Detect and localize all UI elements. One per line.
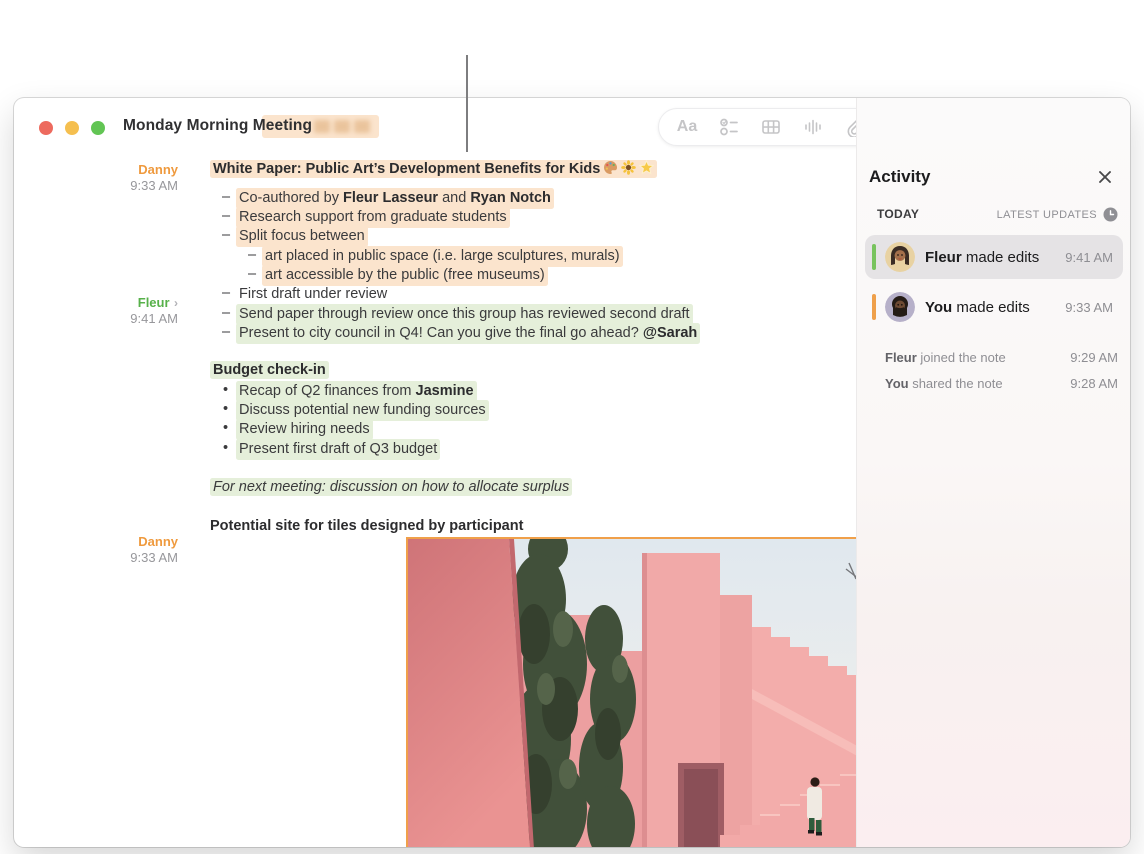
avatar-fleur [885, 242, 915, 272]
list-item: – Present to city council in Q4! Can you… [210, 323, 700, 344]
close-activity-button[interactable] [1096, 168, 1114, 186]
clock-icon [1103, 207, 1118, 222]
activity-title: Activity [869, 167, 930, 187]
activity-event-row[interactable]: Fleur made edits 9:41 AM [865, 235, 1123, 279]
list-item-nested: – art placed in public space (i.e. large… [210, 246, 623, 267]
author-color-bar [872, 244, 876, 270]
author-color-bar [872, 294, 876, 320]
format-text-button[interactable]: Aa [675, 115, 699, 139]
activity-panel: Activity TODAY LATEST UPDATES Fleu [856, 98, 1130, 847]
close-icon [1096, 168, 1114, 186]
activity-event-row[interactable]: You made edits 9:33 AM [865, 285, 1123, 329]
notes-app-window: Monday Morning Meeting Aa [14, 98, 1130, 847]
activity-log-row: Fleur joined the note 9:29 AM [885, 350, 1118, 365]
chevron-right-icon[interactable]: › [174, 296, 178, 310]
help-page-background: Monday Morning Meeting Aa [0, 0, 1144, 854]
audio-waveform-icon [803, 117, 823, 137]
author-label-fleur: Fleur › 9:41 AM [74, 295, 178, 327]
section-heading: Budget check-in [210, 361, 329, 380]
list-item: – Co-authored by Fleur Lasseur and Ryan … [210, 188, 554, 209]
close-window-button[interactable] [39, 121, 53, 135]
table-button[interactable] [759, 115, 783, 139]
author-label-danny: Danny 9:33 AM [74, 162, 178, 194]
callout-line [466, 55, 468, 152]
event-time: 9:41 AM [1065, 250, 1113, 265]
checklist-button[interactable] [717, 115, 741, 139]
list-item: – Research support from graduate student… [210, 207, 510, 228]
minimize-window-button[interactable] [65, 121, 79, 135]
photo-caption: Potential site for tiles designed by par… [210, 517, 523, 536]
bullet-item: • Present first draft of Q3 budget [210, 439, 440, 460]
glowing-star-emoji [639, 160, 654, 175]
window-title: Monday Morning Meeting [123, 117, 312, 135]
note-editor[interactable]: White Paper: Public Art’s Development Be… [210, 98, 856, 847]
latest-updates-filter[interactable]: LATEST UPDATES [997, 207, 1118, 222]
checklist-icon [719, 117, 740, 137]
bullet-item: • Recap of Q2 finances from Jasmine [210, 381, 477, 402]
event-text: You made edits [925, 299, 1030, 316]
avatar-you [885, 292, 915, 322]
zoom-window-button[interactable] [91, 121, 105, 135]
list-item: – Split focus between [210, 226, 368, 247]
sunflower-emoji [621, 160, 636, 175]
audio-button[interactable] [801, 115, 825, 139]
table-icon [761, 117, 781, 137]
bullet-item: • Discuss potential new funding sources [210, 400, 489, 421]
note-heading: White Paper: Public Art’s Development Be… [210, 160, 657, 179]
today-label: TODAY [877, 207, 919, 221]
event-time: 9:33 AM [1065, 300, 1113, 315]
event-text: Fleur made edits [925, 249, 1039, 266]
italic-note: For next meeting: discussion on how to a… [210, 478, 572, 497]
artist-palette-emoji [603, 160, 618, 175]
author-label-danny-2: Danny 9:33 AM [74, 534, 178, 566]
activity-log-row: You shared the note 9:28 AM [885, 376, 1118, 391]
list-item: – First draft under review [210, 284, 390, 305]
list-item-nested: – art accessible by the public (free mus… [210, 265, 548, 286]
list-item: – Send paper through review once this gr… [210, 304, 693, 325]
format-text-icon: Aa [677, 118, 697, 136]
bullet-item: • Review hiring needs [210, 419, 373, 440]
